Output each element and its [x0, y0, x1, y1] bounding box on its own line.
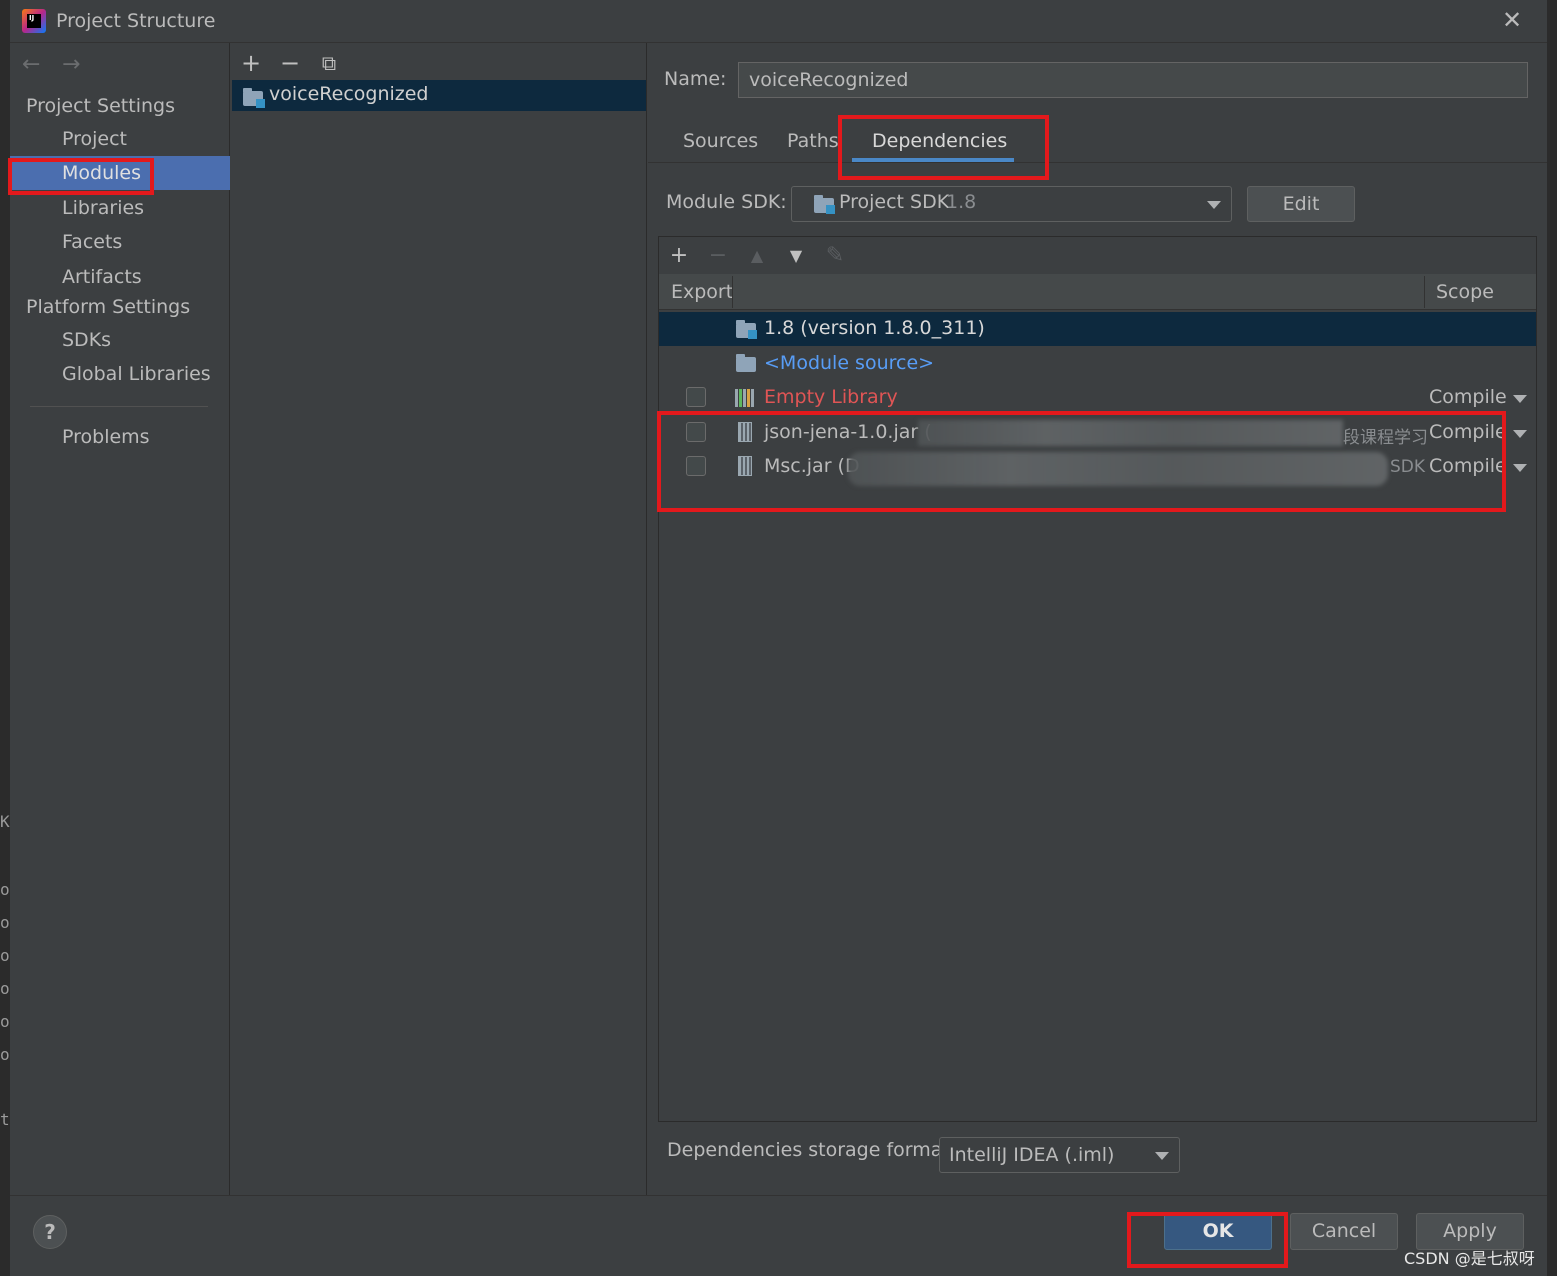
edit-sdk-button[interactable]: Edit: [1247, 186, 1355, 222]
chevron-down-icon[interactable]: [1513, 464, 1527, 472]
chevron-down-icon: [1207, 201, 1221, 209]
project-settings-header: Project Settings: [26, 95, 175, 117]
chevron-down-icon: [1155, 1152, 1169, 1160]
remove-module-button[interactable]: −: [277, 50, 303, 76]
background-char: K: [0, 812, 10, 831]
name-label: Name:: [664, 68, 727, 90]
background-char: o: [0, 880, 10, 899]
folder-icon: [736, 354, 756, 372]
back-arrow-icon[interactable]: ←: [22, 52, 40, 77]
highlight-box-modules: [8, 158, 154, 195]
nav-divider: [30, 406, 208, 407]
chevron-down-icon[interactable]: [1513, 395, 1527, 403]
module-tree-label: voiceRecognized: [269, 83, 429, 105]
export-column-header[interactable]: Export: [671, 281, 733, 303]
storage-format-combo[interactable]: IntelliJ IDEA (.iml): [939, 1137, 1180, 1173]
nav-item-artifacts[interactable]: Artifacts: [10, 260, 230, 294]
tabs-divider: [648, 162, 1547, 163]
copy-module-button[interactable]: ⧉: [316, 50, 342, 76]
highlight-box-dependencies-tab: [838, 115, 1049, 180]
chevron-down-icon[interactable]: [1513, 430, 1527, 438]
help-icon[interactable]: ?: [33, 1215, 67, 1249]
nav-item-problems[interactable]: Problems: [10, 420, 230, 454]
remove-dependency-button[interactable]: −: [705, 243, 731, 269]
add-module-button[interactable]: +: [238, 50, 264, 76]
background-char: o: [0, 1012, 10, 1031]
window-title: Project Structure: [56, 10, 216, 32]
add-dependency-button[interactable]: +: [666, 243, 692, 269]
scope-value[interactable]: Compile: [1429, 386, 1507, 408]
nav-item-libraries[interactable]: Libraries: [10, 191, 230, 225]
background-char: o: [0, 946, 10, 965]
module-sdk-version: 1.8: [946, 191, 977, 213]
dependencies-table-header: [659, 274, 1536, 310]
dependency-label: Empty Library: [764, 386, 898, 408]
dependency-label: 1.8 (version 1.8.0_311): [764, 317, 985, 339]
module-name-field[interactable]: voiceRecognized: [738, 62, 1528, 98]
modules-pane: [231, 43, 647, 1195]
intellij-logo-icon: IJ: [22, 9, 46, 33]
cancel-button[interactable]: Cancel: [1290, 1213, 1398, 1250]
background-ide-strip-right: [1547, 0, 1557, 1276]
dependency-label: <Module source>: [764, 352, 935, 374]
nav-item-facets[interactable]: Facets: [10, 225, 230, 259]
edit-dependency-button[interactable]: ✎: [822, 243, 848, 269]
close-icon[interactable]: ✕: [1498, 6, 1526, 34]
background-char: o: [0, 979, 10, 998]
column-divider: [1424, 276, 1425, 308]
title-bar[interactable]: [10, 0, 1547, 43]
sdk-marker-icon: [748, 330, 757, 339]
move-down-button[interactable]: ▼: [783, 243, 809, 269]
highlight-box-ok: [1127, 1212, 1288, 1268]
background-char: o: [0, 913, 10, 932]
module-sdk-value: Project SDK: [839, 191, 950, 213]
platform-settings-header: Platform Settings: [26, 296, 191, 318]
export-checkbox[interactable]: [686, 387, 706, 407]
move-up-button[interactable]: ▲: [744, 243, 770, 269]
background-char: o: [0, 1045, 10, 1064]
background-char: t: [0, 1110, 10, 1129]
highlight-box-jar-rows: [657, 411, 1506, 512]
library-icon: [735, 389, 755, 407]
scope-column-header[interactable]: Scope: [1436, 281, 1494, 303]
column-divider: [732, 276, 733, 308]
storage-format-value: IntelliJ IDEA (.iml): [949, 1144, 1115, 1166]
forward-arrow-icon[interactable]: →: [62, 52, 80, 77]
tab-sources[interactable]: Sources: [683, 130, 758, 152]
module-sdk-label: Module SDK:: [666, 191, 787, 213]
tab-paths[interactable]: Paths: [787, 130, 839, 152]
storage-format-label: Dependencies storage format:: [667, 1139, 957, 1161]
module-marker-icon: [256, 99, 265, 108]
nav-item-sdks[interactable]: SDKs: [10, 323, 230, 357]
nav-item-project[interactable]: Project: [10, 122, 230, 156]
nav-item-global-libraries[interactable]: Global Libraries: [10, 357, 230, 391]
sdk-marker-icon: [826, 205, 835, 214]
watermark: CSDN @是七叔呀: [1404, 1249, 1535, 1268]
